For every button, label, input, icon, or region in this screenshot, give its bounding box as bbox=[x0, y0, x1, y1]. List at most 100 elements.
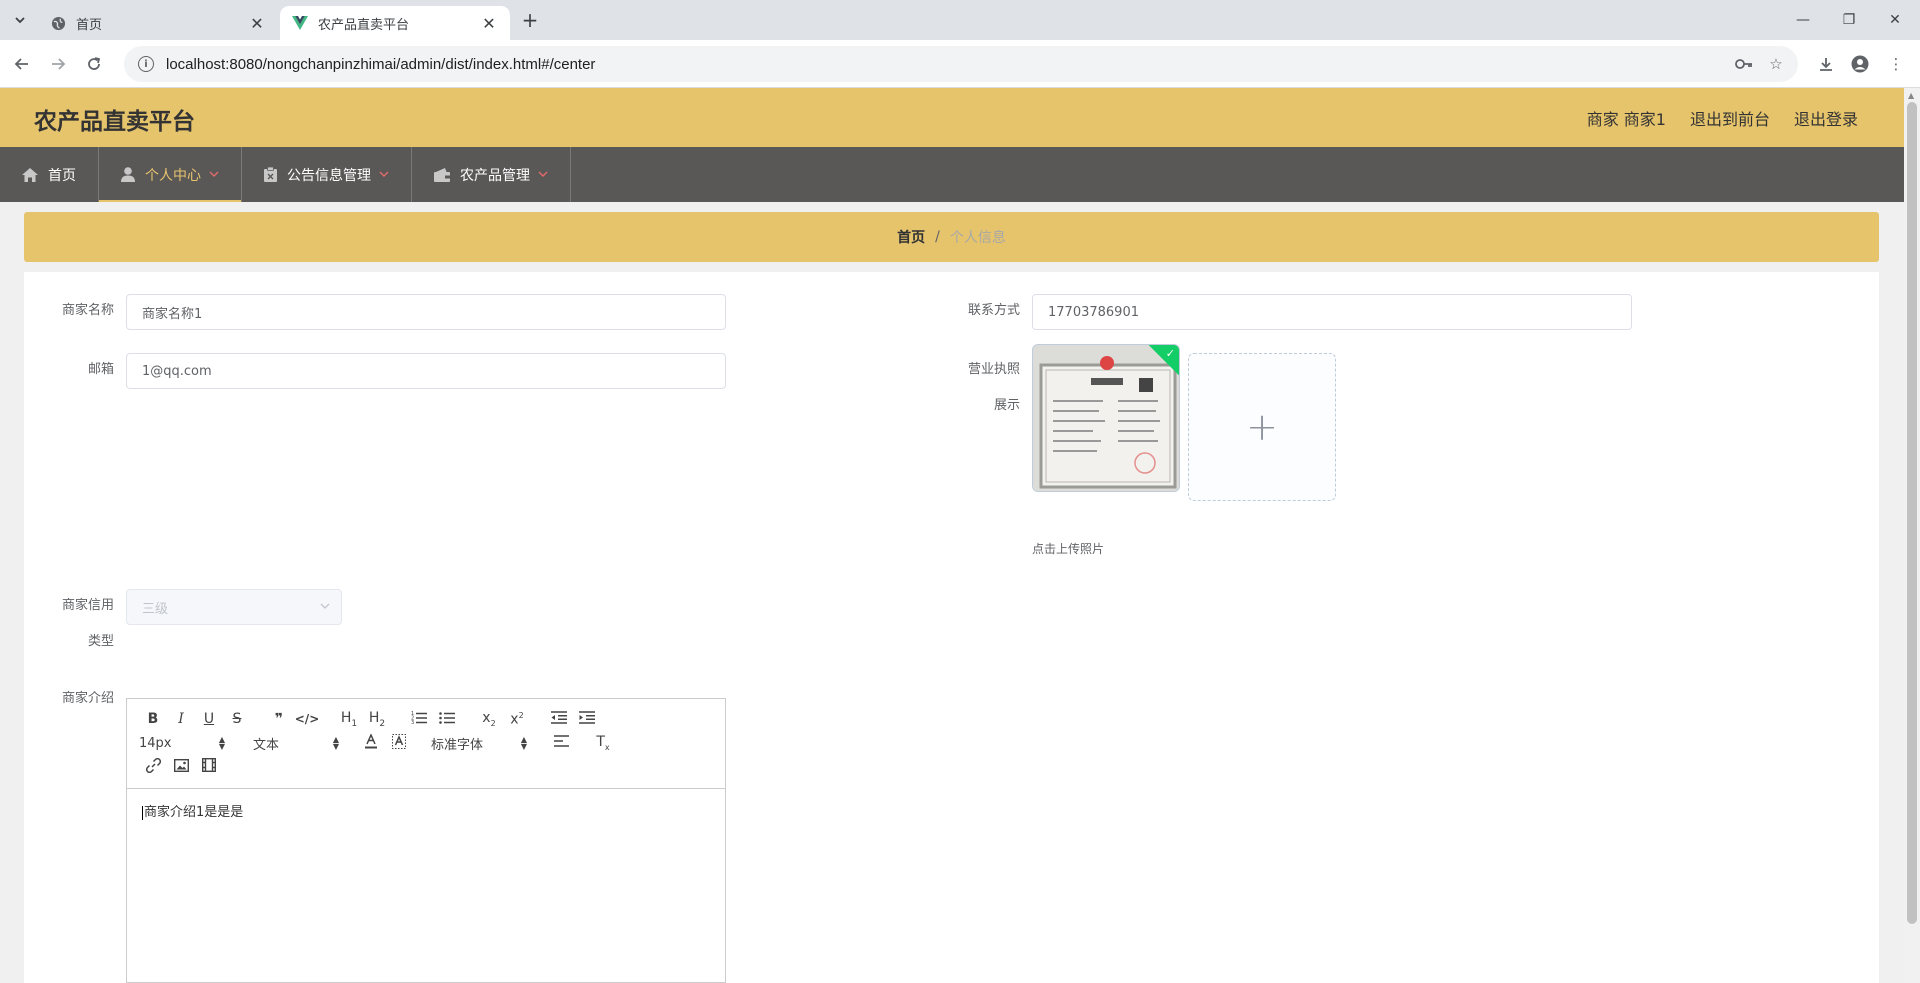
nav-item-label: 公告信息管理 bbox=[287, 167, 371, 184]
tab-search-button[interactable] bbox=[6, 8, 34, 32]
page-scrollbar[interactable]: ▲ bbox=[1904, 88, 1920, 983]
scrollbar-thumb[interactable] bbox=[1907, 102, 1917, 924]
rich-text-editor[interactable]: B I U S ❞ </> H1 H2 123 x2 x2 14px ▲ ▼ 文… bbox=[126, 698, 726, 983]
license-upload-button[interactable]: + bbox=[1188, 353, 1336, 501]
nav-item-personal-center[interactable]: 个人中心 bbox=[99, 147, 242, 202]
outdent-icon[interactable] bbox=[545, 710, 573, 728]
italic-icon[interactable]: I bbox=[167, 711, 195, 727]
bullet-list-icon[interactable] bbox=[433, 711, 461, 728]
bold-icon[interactable]: B bbox=[139, 711, 167, 727]
email-input[interactable]: 1@qq.com bbox=[126, 353, 726, 389]
scroll-up-arrow-icon[interactable]: ▲ bbox=[1908, 91, 1914, 100]
chevron-down-icon bbox=[319, 600, 331, 615]
close-icon[interactable]: ✕ bbox=[248, 14, 266, 33]
license-image-thumbnail[interactable]: ✓ bbox=[1032, 344, 1180, 492]
current-user-label: 商家 商家1 bbox=[1586, 110, 1666, 129]
back-button[interactable] bbox=[8, 50, 36, 78]
browser-tab-platform[interactable]: 农产品直卖平台 ✕ bbox=[280, 6, 510, 40]
blockquote-icon[interactable]: ❞ bbox=[265, 711, 293, 727]
underline-icon[interactable]: U bbox=[195, 711, 223, 727]
strikethrough-icon[interactable]: S bbox=[223, 711, 251, 727]
close-icon[interactable]: ✕ bbox=[480, 14, 498, 33]
intro-label: 商家介绍 bbox=[61, 691, 114, 706]
header-select-value: 文本 bbox=[253, 737, 280, 753]
new-tab-button[interactable]: + bbox=[518, 8, 542, 32]
updown-arrow-icon: ▲ ▼ bbox=[332, 735, 339, 751]
restore-button[interactable]: ❐ bbox=[1826, 0, 1872, 40]
superscript-icon[interactable]: x2 bbox=[503, 711, 531, 728]
arrow-left-icon bbox=[14, 58, 28, 70]
browser-toolbar: i localhost:8080/nongchanpinzhimai/admin… bbox=[0, 40, 1920, 88]
font-size-select[interactable]: 14px ▲ ▼ bbox=[139, 736, 225, 751]
main-nav: 首页 个人中心 公告信息管理 农产品管理 bbox=[0, 147, 1904, 202]
minimize-button[interactable]: — bbox=[1780, 0, 1826, 40]
brand-title: 农产品直卖平台 bbox=[34, 109, 195, 135]
phone-input[interactable]: 17703786901 bbox=[1032, 294, 1632, 330]
nav-item-label: 个人中心 bbox=[145, 167, 201, 184]
arrow-right-icon bbox=[52, 58, 66, 70]
address-bar[interactable]: i localhost:8080/nongchanpinzhimai/admin… bbox=[124, 46, 1798, 82]
browser-tab-home[interactable]: 首页 ✕ bbox=[38, 6, 278, 40]
align-left-icon[interactable] bbox=[547, 735, 575, 751]
chevron-down-icon bbox=[209, 169, 219, 180]
tab-title: 首页 bbox=[76, 17, 103, 33]
vue-logo-icon bbox=[292, 15, 308, 31]
link-icon[interactable] bbox=[139, 757, 167, 777]
nav-item-product-management[interactable]: 农产品管理 bbox=[412, 147, 571, 202]
header-links: 商家 商家1 退出到前台 退出登录 bbox=[1587, 106, 1858, 130]
close-window-button[interactable]: ✕ bbox=[1872, 0, 1918, 40]
more-menu-icon[interactable]: ⋮ bbox=[1884, 52, 1908, 76]
editor-toolbar: B I U S ❞ </> H1 H2 123 x2 x2 14px ▲ ▼ 文… bbox=[127, 699, 725, 789]
profile-avatar-icon[interactable] bbox=[1848, 52, 1872, 76]
image-icon[interactable] bbox=[167, 758, 195, 776]
nav-item-home[interactable]: 首页 bbox=[0, 147, 99, 202]
logout-link[interactable]: 退出登录 bbox=[1794, 106, 1858, 130]
header-select[interactable]: 文本 ▲ ▼ bbox=[253, 734, 339, 753]
site-info-icon[interactable]: i bbox=[138, 56, 154, 72]
nav-item-notice-management[interactable]: 公告信息管理 bbox=[242, 147, 412, 202]
editor-content[interactable]: 商家介绍1是是是 bbox=[127, 789, 725, 832]
globe-icon bbox=[50, 15, 66, 31]
download-icon[interactable] bbox=[1814, 52, 1838, 76]
svg-text:3: 3 bbox=[411, 720, 414, 724]
reload-button[interactable] bbox=[80, 50, 108, 78]
breadcrumb-current: 个人信息 bbox=[949, 230, 1006, 246]
breadcrumb: 首页 / 个人信息 bbox=[24, 212, 1879, 262]
forward-button[interactable] bbox=[44, 50, 72, 78]
key-icon[interactable] bbox=[1732, 52, 1756, 76]
font-color-icon[interactable] bbox=[357, 732, 385, 753]
wallet-icon bbox=[434, 167, 450, 182]
updown-arrow-icon: ▲ ▼ bbox=[520, 735, 527, 751]
home-icon bbox=[22, 167, 38, 182]
exit-to-front-link[interactable]: 退出到前台 bbox=[1690, 106, 1770, 130]
clear-format-icon[interactable]: Tx bbox=[589, 734, 617, 752]
upload-tip: 点击上传照片 bbox=[1032, 542, 1105, 556]
plus-icon: + bbox=[1246, 405, 1278, 449]
text-cursor bbox=[142, 805, 143, 820]
phone-label: 联系方式 bbox=[967, 303, 1020, 318]
background-color-icon[interactable] bbox=[385, 733, 413, 753]
chevron-down-icon bbox=[538, 169, 548, 180]
subscript-icon[interactable]: x2 bbox=[475, 710, 503, 728]
nav-item-label: 农产品管理 bbox=[460, 167, 530, 184]
check-icon: ✓ bbox=[1165, 347, 1175, 360]
font-family-select[interactable]: 标准字体 ▲ ▼ bbox=[431, 734, 527, 753]
url-text: localhost:8080/nongchanpinzhimai/admin/d… bbox=[166, 55, 596, 73]
merchant-name-input[interactable]: 商家名称1 bbox=[126, 294, 726, 330]
credit-type-label-line2: 类型 bbox=[87, 634, 114, 649]
breadcrumb-home[interactable]: 首页 bbox=[897, 227, 925, 247]
code-block-icon[interactable]: </> bbox=[293, 712, 321, 726]
nav-item-label: 首页 bbox=[48, 167, 76, 184]
license-label-line2: 展示 bbox=[993, 398, 1020, 413]
star-icon[interactable]: ☆ bbox=[1764, 52, 1788, 76]
credit-type-label: 商家信用 bbox=[61, 598, 114, 613]
header-1-icon[interactable]: H1 bbox=[335, 710, 363, 729]
video-icon[interactable] bbox=[195, 757, 223, 776]
indent-icon[interactable] bbox=[573, 710, 601, 728]
credit-type-select: 三级 bbox=[126, 589, 342, 625]
merchant-name-label: 商家名称 bbox=[61, 303, 114, 318]
header-2-icon[interactable]: H2 bbox=[363, 710, 391, 729]
clipboard-icon bbox=[264, 167, 277, 182]
user-icon bbox=[121, 167, 135, 182]
ordered-list-icon[interactable]: 123 bbox=[405, 711, 433, 728]
